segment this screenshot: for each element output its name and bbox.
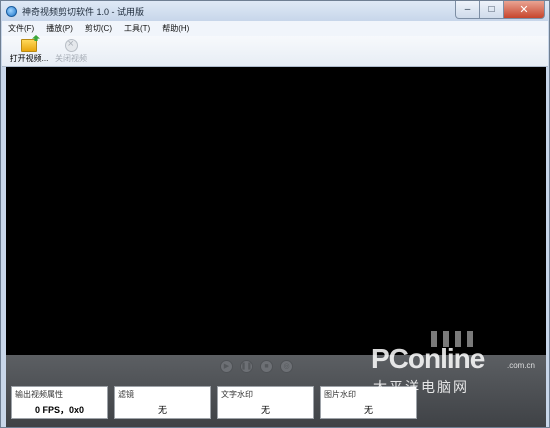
maximize-button[interactable]: □ [480,1,504,19]
pause-icon[interactable]: ❚❚ [240,360,253,373]
image-watermark-title: 图片水印 [324,390,356,399]
text-watermark-value: 无 [260,406,270,416]
playback-controls: ▶ ❚❚ ■ ◎ [220,360,300,373]
open-video-button[interactable]: 打开视频... [8,36,50,66]
folder-open-icon [21,39,37,52]
watermark-logo: PConline [371,343,485,374]
output-properties-value: 0 FPS，0x0 [34,405,85,415]
close-circle-icon [64,38,78,52]
text-watermark-card[interactable]: 文字水印 无 [217,386,314,419]
minimize-button[interactable]: – [455,1,480,19]
window-controls: – □ ✕ [455,1,545,19]
screenshot-icon[interactable]: ◎ [280,360,293,373]
play-icon[interactable]: ▶ [220,360,233,373]
menu-bar: 文件(F) 播放(P) 剪切(C) 工具(T) 帮助(H) [2,21,548,36]
video-preview[interactable] [6,67,546,355]
menu-tools[interactable]: 工具(T) [122,23,152,34]
menu-help[interactable]: 帮助(H) [160,23,191,34]
app-logo-icon [6,5,17,17]
title-bar[interactable]: 神奇视频剪切软件 1.0 - 试用版 – □ ✕ [1,1,549,21]
close-window-button[interactable]: ✕ [504,1,545,19]
filter-title: 滤镜 [118,390,134,399]
text-watermark-title: 文字水印 [221,390,253,399]
output-properties-card[interactable]: 输出视频属性 0 FPS，0x0 [11,386,108,419]
stop-icon[interactable]: ■ [260,360,273,373]
site-watermark: PConline .com.cn 太平洋电脑网 [361,331,547,427]
output-properties-title: 输出视频属性 [15,390,63,399]
close-video-label: 关闭视频 [55,54,87,63]
close-video-button[interactable]: 关闭视频 [50,36,92,66]
toolbar: 打开视频... 关闭视频 [2,36,548,67]
filter-card[interactable]: 滤镜 无 [114,386,211,419]
menu-cut[interactable]: 剪切(C) [83,23,114,34]
filter-value: 无 [157,406,167,416]
window-title: 神奇视频剪切软件 1.0 - 试用版 [22,6,145,17]
watermark-cn-name: 太平洋电脑网 [373,380,469,396]
menu-file[interactable]: 文件(F) [6,23,36,34]
watermark-domain: .com.cn [506,361,535,370]
menu-play[interactable]: 播放(P) [44,23,75,34]
app-window: 神奇视频剪切软件 1.0 - 试用版 – □ ✕ 文件(F) 播放(P) 剪切(… [0,0,550,428]
open-video-label: 打开视频... [9,54,49,63]
